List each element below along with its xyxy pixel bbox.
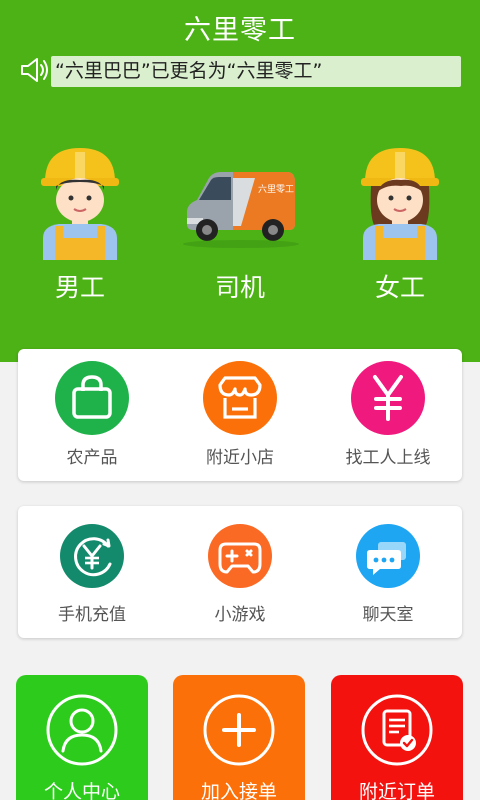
user-icon: [46, 694, 118, 766]
chat-icon: [356, 524, 420, 588]
gamepad-icon: [208, 524, 272, 588]
service-label: 农产品: [66, 448, 118, 468]
plus-icon: [203, 694, 275, 766]
delivery-van-icon: 六里零工: [183, 172, 299, 248]
service-mini-games[interactable]: 小游戏: [166, 506, 314, 638]
service-nearby-shops[interactable]: 附近小店: [166, 349, 314, 481]
shopping-bag-icon: [55, 361, 129, 435]
service-label: 附近小店: [206, 448, 274, 468]
tile-personal-center[interactable]: 个人中心: [16, 675, 148, 800]
category-label: 女工: [374, 273, 425, 302]
services-card-1: 农产品 附近小店 找工人上线: [18, 349, 462, 481]
service-label: 手机充值: [58, 605, 126, 625]
tile-label: 附近订单: [358, 781, 435, 800]
recharge-icon: [60, 524, 124, 588]
tile-join-orders[interactable]: 加入接单: [173, 675, 305, 800]
male-worker-icon: [41, 148, 119, 260]
tile-label: 加入接单: [200, 781, 277, 800]
female-worker-icon: [361, 148, 439, 260]
svg-text:六里零工: 六里零工: [258, 183, 294, 195]
service-phone-recharge[interactable]: 手机充值: [18, 506, 166, 638]
yen-icon: [351, 361, 425, 435]
category-male-worker[interactable]: 男工: [15, 138, 145, 308]
tile-label: 个人中心: [43, 781, 120, 800]
category-driver[interactable]: 六里零工 司机: [175, 138, 305, 308]
service-find-workers[interactable]: 找工人上线: [314, 349, 462, 481]
service-label: 聊天室: [362, 605, 414, 625]
category-female-worker[interactable]: 女工: [335, 138, 465, 308]
header: 六里零工 “六里巴巴”已更名为“六里零工” 男工 六里零工 司机 女工: [0, 0, 480, 362]
service-chat-room[interactable]: 聊天室: [314, 506, 462, 638]
order-list-icon: [361, 694, 433, 766]
speaker-icon: [21, 58, 48, 82]
service-label: 找工人上线: [345, 448, 431, 468]
category-label: 男工: [54, 273, 105, 302]
notice-bar[interactable]: “六里巴巴”已更名为“六里零工”: [51, 56, 461, 87]
app-title: 六里零工: [184, 15, 296, 46]
tile-nearby-orders[interactable]: 附近订单: [331, 675, 463, 800]
store-icon: [203, 361, 277, 435]
category-label: 司机: [214, 273, 265, 302]
service-agricultural-products[interactable]: 农产品: [18, 349, 166, 481]
service-label: 小游戏: [214, 605, 266, 625]
services-card-2: 手机充值 小游戏 聊天室: [18, 506, 462, 638]
